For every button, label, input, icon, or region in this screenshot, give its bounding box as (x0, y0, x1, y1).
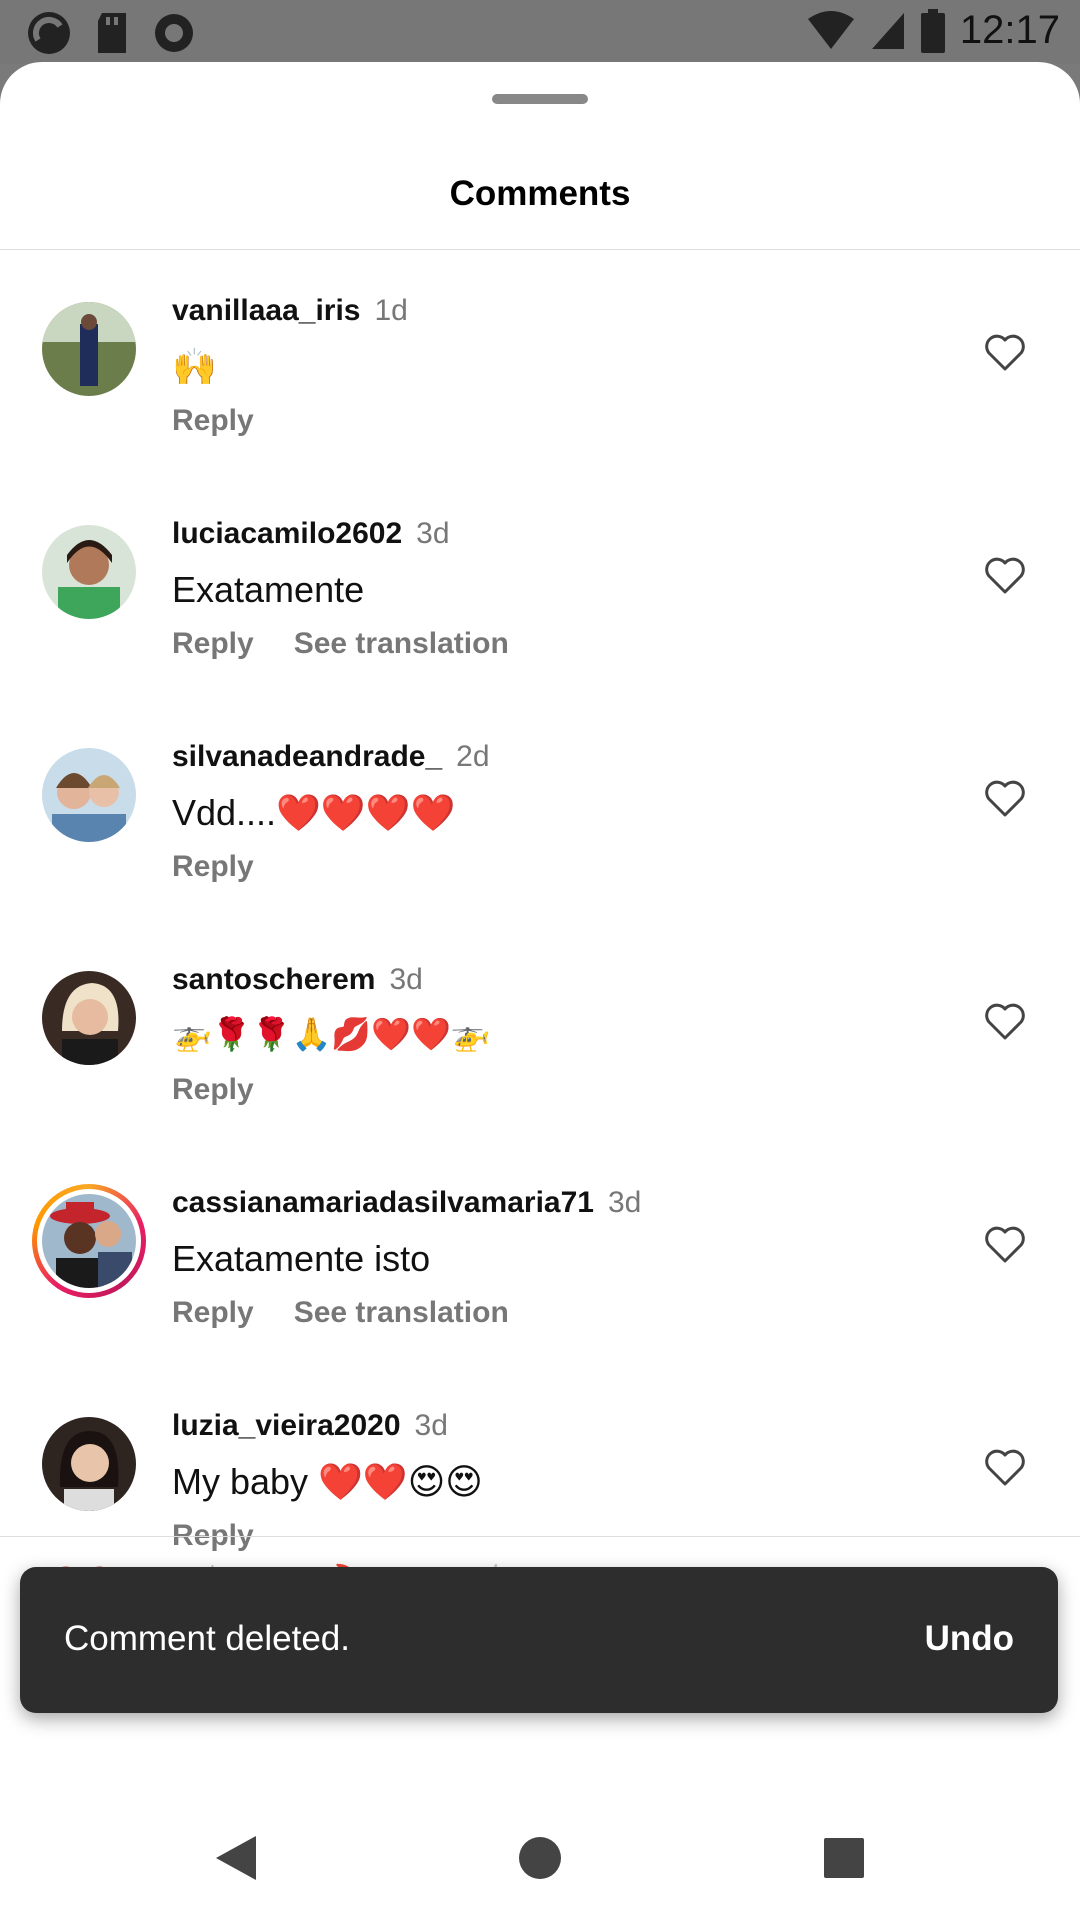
username[interactable]: cassianamariadasilvamaria71 (172, 1186, 594, 1219)
comment-item: santoscherem 3d 🚁🌹🌹🙏💋❤️❤️🚁 Reply (0, 963, 1080, 1194)
sd-card-icon (98, 13, 126, 53)
see-translation-button[interactable]: See translation (294, 1296, 509, 1329)
username[interactable]: luzia_vieira2020 (172, 1409, 401, 1442)
comment-item: silvanadeandrade_ 2d Vdd....❤️❤️❤️❤️ Repl… (0, 740, 1080, 971)
username[interactable]: silvanadeandrade_ (172, 740, 442, 773)
navigation-bar (0, 1790, 1080, 1920)
avatar-story-ring[interactable] (32, 1184, 146, 1298)
comment-item: vanillaaa_iris 1d 🙌 Reply (0, 294, 1080, 525)
comment-time: 3d (607, 1186, 642, 1219)
snackbar: Comment deleted. Undo (20, 1567, 1058, 1713)
undo-button[interactable]: Undo (925, 1619, 1014, 1659)
heart-icon[interactable] (984, 778, 1026, 818)
comment-text: Vdd....❤️❤️❤️❤️ (172, 792, 456, 833)
reply-button[interactable]: Reply (172, 627, 254, 660)
comment-item: cassianamariadasilvamaria71 3d Exatamente… (0, 1184, 1080, 1417)
heart-icon[interactable] (984, 1001, 1026, 1041)
sheet-title: Comments (449, 174, 631, 213)
recents-icon[interactable] (824, 1838, 864, 1878)
reply-button[interactable]: Reply (172, 404, 254, 437)
reply-button[interactable]: Reply (172, 1296, 254, 1329)
app-notification-icon (28, 12, 70, 54)
username[interactable]: vanillaaa_iris (172, 294, 360, 327)
signal-icon (871, 12, 904, 49)
comment-text: My baby ❤️❤️😍😍 (172, 1461, 483, 1502)
comment-time: 2d (456, 740, 490, 773)
back-icon[interactable] (214, 1834, 258, 1882)
comment-text: 🚁🌹🌹🙏💋❤️❤️🚁 (172, 1016, 491, 1052)
home-icon[interactable] (518, 1836, 562, 1880)
see-translation-button[interactable]: See translation (294, 627, 509, 660)
heart-icon[interactable] (984, 332, 1026, 372)
wifi-icon (807, 10, 854, 49)
divider (0, 1536, 1080, 1537)
status-bar: 12:17 (0, 0, 1080, 64)
username[interactable]: luciacamilo2602 (172, 517, 402, 550)
heart-icon[interactable] (984, 1224, 1026, 1264)
username[interactable]: santoscherem (172, 963, 375, 996)
reply-button[interactable]: Reply (172, 850, 254, 883)
battery-icon (920, 8, 945, 53)
snackbar-message: Comment deleted. (64, 1619, 350, 1658)
comment-time: 3d (389, 963, 423, 996)
clock: 12:17 (959, 8, 1060, 52)
comment-time: 1d (374, 294, 408, 327)
heart-icon[interactable] (984, 1447, 1026, 1487)
avatar[interactable] (42, 525, 136, 619)
avatar[interactable] (42, 971, 136, 1065)
comment-item: luciacamilo2602 3d Exatamente Reply See tr… (0, 517, 1080, 748)
comment-text: 🙌 (172, 346, 217, 387)
avatar[interactable] (42, 748, 136, 842)
comment-text: Exatamente (172, 569, 365, 610)
avatar[interactable] (42, 1417, 136, 1511)
avatar[interactable] (42, 302, 136, 396)
comment-text: Exatamente isto (172, 1238, 431, 1279)
comment-list[interactable]: vanillaaa_iris 1d 🙌 Reply luciacamilo2602… (0, 250, 1080, 1598)
drag-handle[interactable] (492, 94, 588, 104)
heart-icon[interactable] (984, 555, 1026, 595)
record-icon (155, 14, 193, 52)
comment-time: 3d (416, 517, 450, 550)
comment-time: 3d (414, 1409, 448, 1442)
reply-button[interactable]: Reply (172, 1073, 254, 1106)
